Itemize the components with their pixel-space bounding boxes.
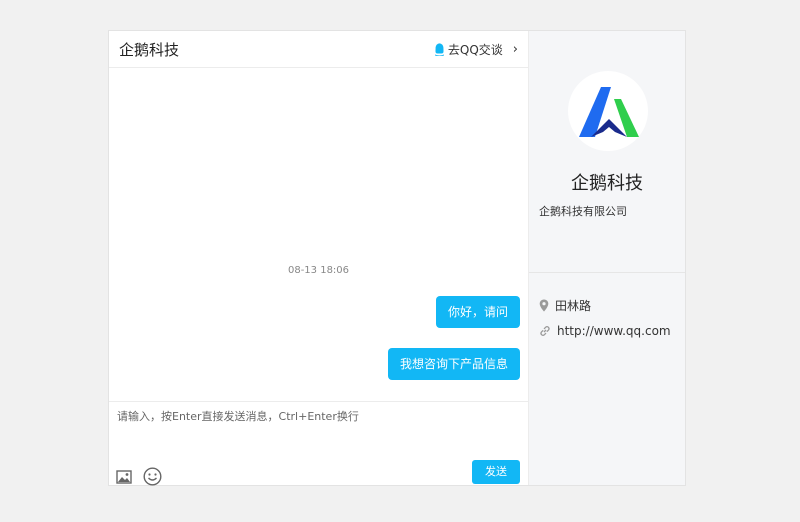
image-icon[interactable] <box>116 469 132 488</box>
company-profile-panel: 企鹅科技 企鹅科技有限公司 田林路 http://www.qq.com <box>529 31 685 485</box>
company-address: 田林路 <box>539 297 591 314</box>
penguin-icon <box>434 43 444 56</box>
company-name: 企鹅科技 <box>571 173 643 194</box>
link-icon <box>540 326 550 336</box>
go-to-qq-label: 去QQ交谈 <box>447 43 503 57</box>
send-button[interactable]: 发送 <box>472 460 520 484</box>
website-link[interactable]: http://www.qq.com <box>557 324 671 338</box>
company-logo <box>568 71 648 151</box>
message-timestamp: 08-13 18:06 <box>287 265 350 276</box>
go-to-qq-link[interactable]: 去QQ交谈 › <box>434 41 518 58</box>
message-bubble: 我想咨询下产品信息 <box>387 348 520 380</box>
company-full-name: 企鹅科技有限公司 <box>539 205 627 218</box>
chat-header: 企鹅科技 去QQ交谈 › <box>109 31 528 68</box>
message-bubble: 你好，请问 <box>435 296 520 328</box>
company-website[interactable]: http://www.qq.com <box>539 324 671 338</box>
chat-panel: 企鹅科技 去QQ交谈 › 08-13 18:06 你好，请问 我想咨询下产品信息 <box>109 31 529 488</box>
message-list: 08-13 18:06 你好，请问 我想咨询下产品信息 <box>109 67 528 401</box>
chat-title: 企鹅科技 <box>119 41 180 59</box>
chat-window: 企鹅科技 去QQ交谈 › 08-13 18:06 你好，请问 我想咨询下产品信息 <box>108 30 686 486</box>
company-logo-icon <box>579 87 639 137</box>
location-icon <box>539 299 549 312</box>
address-text: 田林路 <box>555 299 592 313</box>
chevron-right-icon: › <box>512 42 518 57</box>
message-composer: 发送 <box>109 401 528 488</box>
message-input[interactable] <box>117 408 507 448</box>
divider <box>529 272 685 273</box>
emoji-icon[interactable] <box>143 467 162 490</box>
